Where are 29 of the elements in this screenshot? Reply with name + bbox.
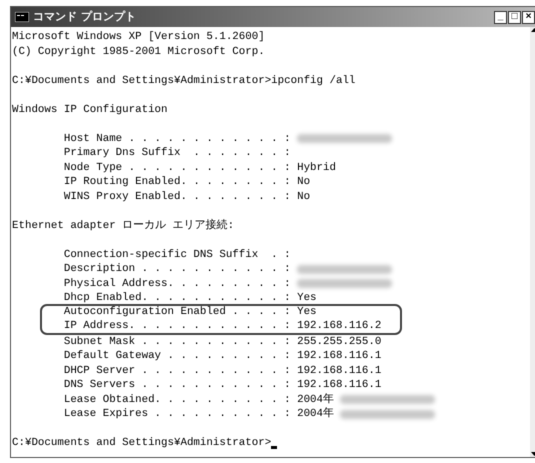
maximize-button[interactable]: □ — [508, 10, 521, 24]
console-line: Lease Expires . . . . . . . . . . : 2004年 — [62, 407, 334, 422]
console-line: DHCP Server . . . . . . . . . . . : 192.168.116.1 — [62, 364, 382, 378]
window-title: コマンド プロンプト — [33, 8, 136, 25]
console-line: Microsoft Windows XP [Version 5.1.2600] — [12, 30, 265, 44]
console-line: Physical Address. . . . . . . . . : — [62, 276, 291, 291]
console-line: Primary Dns Suffix . . . . . . . : — [62, 146, 291, 160]
text-cursor — [271, 446, 278, 448]
console-line: Autoconfiguration Enabled . . . . : Yes — [62, 305, 317, 320]
console-line: DNS Servers . . . . . . . . . . . : 192.168.116.1 — [62, 378, 382, 392]
minimize-button[interactable]: _ — [494, 10, 507, 24]
console-line: Connection-specific DNS Suffix . : — [62, 248, 291, 262]
console-line: Windows IP Configuration — [12, 102, 168, 117]
console-line: IP Address. . . . . . . . . . . . : 192.168.116.2 — [62, 318, 382, 333]
console-line: WINS Proxy Enabled. . . . . . . . : No — [62, 190, 310, 204]
console-icon — [15, 12, 29, 22]
console-line: Subnet Mask . . . . . . . . . . . : 255.255.255.0 — [62, 334, 382, 349]
console-line: Host Name . . . . . . . . . . . . : — [62, 132, 291, 146]
close-button[interactable]: × — [522, 10, 535, 24]
console-line: Description . . . . . . . . . . . : — [62, 262, 291, 276]
console-line: Dhcp Enabled. . . . . . . . . . . : Yes — [62, 291, 317, 306]
console-line: IP Routing Enabled. . . . . . . . : No — [62, 175, 310, 190]
prompt-line: C:¥Documents and Settings¥Administrator> — [12, 436, 272, 450]
console-line: Node Type . . . . . . . . . . . . : Hybrid — [62, 160, 336, 175]
console-line: C:¥Documents and Settings¥Administrator>ipconfig /all — [12, 74, 356, 88]
console-line: Default Gateway . . . . . . . . . : 192.168.116.1 — [62, 349, 382, 364]
console-line: Lease Obtained. . . . . . . . . . : 2004年 — [62, 392, 334, 407]
console-line: (C) Copyright 1985-2001 Microsoft Corp. — [12, 44, 265, 59]
console-line: Ethernet adapter ローカル エリア接続: — [12, 218, 234, 233]
